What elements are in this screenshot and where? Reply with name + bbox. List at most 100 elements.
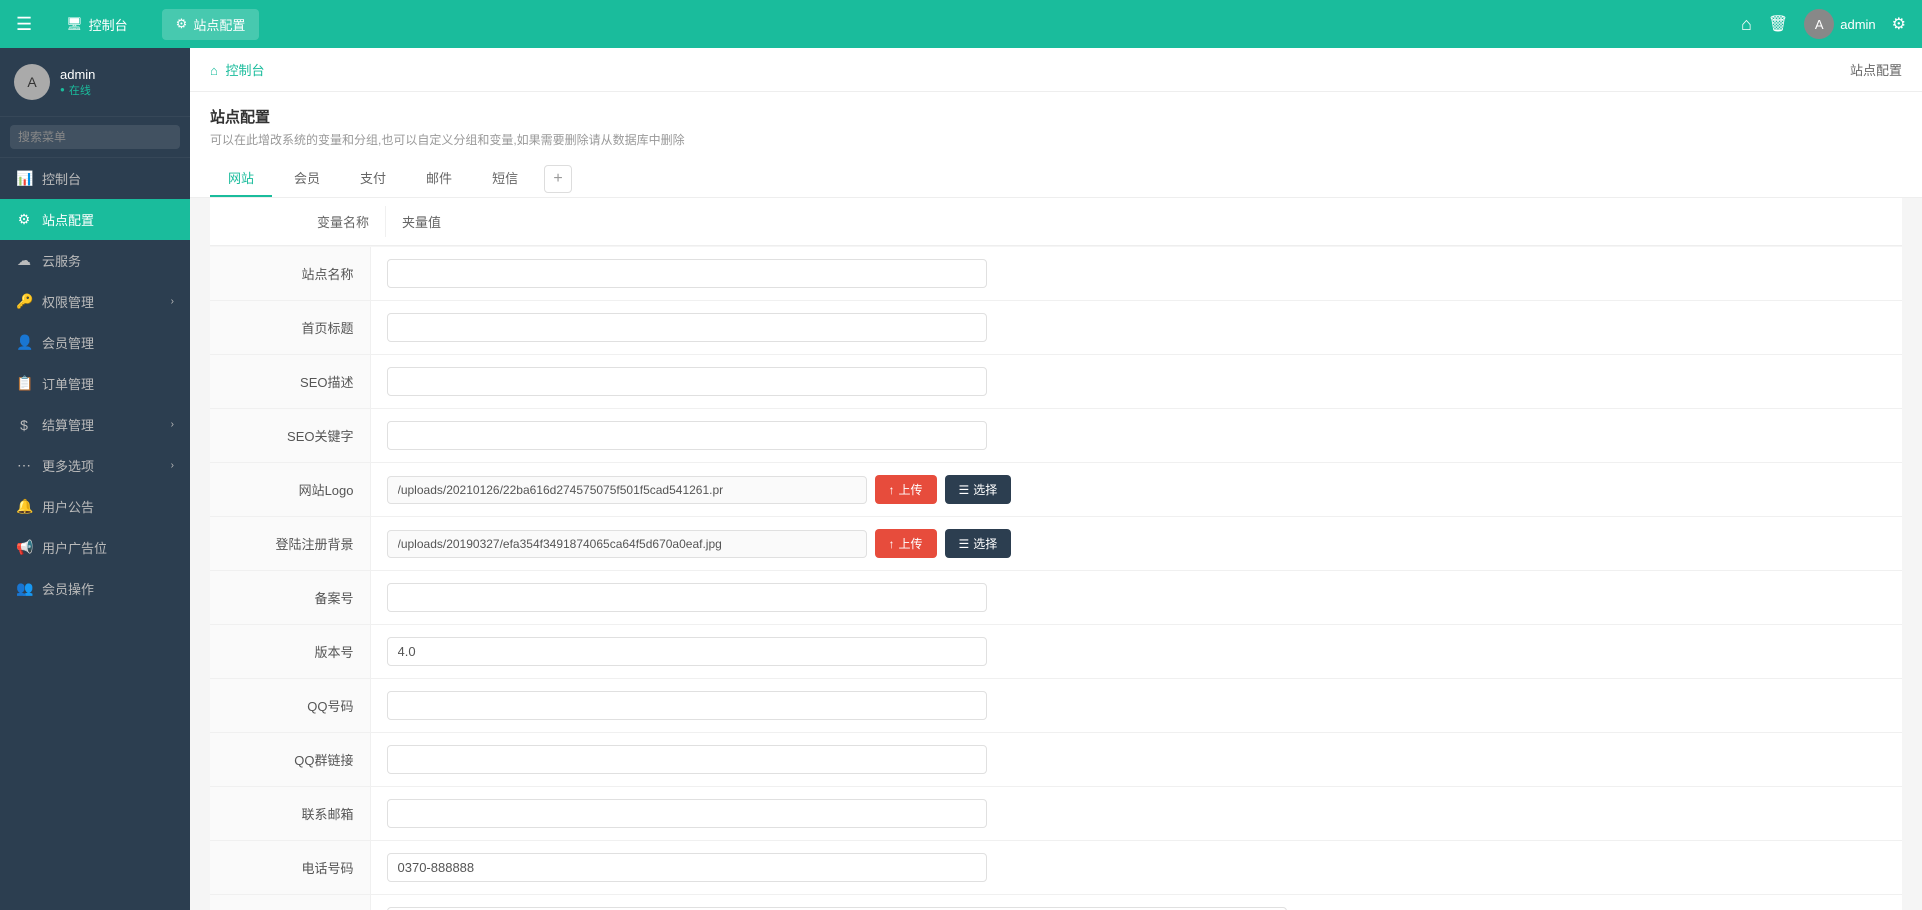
table-row: QQ群链接 xyxy=(210,733,1902,787)
tab-website[interactable]: 网站 xyxy=(210,160,272,197)
sidebar-item-ads[interactable]: 📢 用户广告位 xyxy=(0,527,190,568)
breadcrumb-path: ⌂ 控制台 xyxy=(210,60,265,79)
logo-path-input[interactable] xyxy=(387,476,867,504)
field-cell-home-title xyxy=(370,301,1902,355)
sidebar-user: A admin 在线 xyxy=(0,48,190,117)
settlement-nav-icon: $ xyxy=(16,417,32,433)
file-input-group-bg: ↑ 上传 ☰ 选择 xyxy=(387,529,1887,558)
sidebar-item-label: 订单管理 xyxy=(42,374,94,393)
user-section: A admin xyxy=(1804,9,1875,39)
dashboard-icon: 🖥 xyxy=(66,16,83,32)
topbar-username: admin xyxy=(1840,17,1875,32)
breadcrumb: ⌂ 控制台 站点配置 xyxy=(190,48,1922,92)
field-cell-site-logo: ↑ 上传 ☰ 选择 xyxy=(370,463,1902,517)
tab-member[interactable]: 会员 xyxy=(276,160,338,197)
tab-dashboard[interactable]: 🖥 控制台 xyxy=(52,9,142,40)
field-cell-phone xyxy=(370,841,1902,895)
qq-group-input[interactable] xyxy=(387,745,987,774)
more-nav-icon: ⋯ xyxy=(16,457,32,474)
tab-payment[interactable]: 支付 xyxy=(342,160,404,197)
field-label-seo-desc: SEO描述 xyxy=(210,355,370,409)
var-name-header: 变量名称 xyxy=(210,206,386,237)
field-label-home-title: 首页标题 xyxy=(210,301,370,355)
field-label-email: 联系邮箱 xyxy=(210,787,370,841)
email-input[interactable] xyxy=(387,799,987,828)
login-bg-select-button[interactable]: ☰ 选择 xyxy=(945,529,1012,558)
field-label-site-name: 站点名称 xyxy=(210,247,370,301)
member-nav-icon: 👤 xyxy=(16,334,32,351)
form-table: 站点名称 首页标题 SEO描述 xyxy=(210,247,1902,910)
breadcrumb-icon: ⌂ xyxy=(210,63,218,78)
home-title-input[interactable] xyxy=(387,313,987,342)
field-label-version: 版本号 xyxy=(210,625,370,679)
seo-desc-input[interactable] xyxy=(387,367,987,396)
sidebar-item-cloud[interactable]: ☁ 云服务 xyxy=(0,240,190,281)
sidebar-item-announcement[interactable]: 🔔 用户公告 xyxy=(0,486,190,527)
version-input[interactable] xyxy=(387,637,987,666)
ads-nav-icon: 📢 xyxy=(16,539,32,556)
phone-input[interactable] xyxy=(387,853,987,882)
var-value-header: 夹量值 xyxy=(386,206,1902,237)
seo-keywords-input[interactable] xyxy=(387,421,987,450)
logo-upload-button[interactable]: ↑ 上传 xyxy=(875,475,937,504)
field-label-qq: QQ号码 xyxy=(210,679,370,733)
sidebar-item-auth[interactable]: 🔑 权限管理 › xyxy=(0,281,190,322)
icp-input[interactable] xyxy=(387,583,987,612)
field-cell-login-bg: ↑ 上传 ☰ 选择 xyxy=(370,517,1902,571)
table-row: 联系邮箱 xyxy=(210,787,1902,841)
sidebar-item-order[interactable]: 📋 订单管理 xyxy=(0,363,190,404)
order-nav-icon: 📋 xyxy=(16,375,32,392)
sidebar-item-label: 站点配置 xyxy=(42,210,94,229)
login-bg-upload-button[interactable]: ↑ 上传 xyxy=(875,529,937,558)
avatar: A xyxy=(1804,9,1834,39)
sidebar-item-label: 用户公告 xyxy=(42,497,94,516)
content-area: ⌂ 控制台 站点配置 站点配置 可以在此增改系统的变量和分组,也可以自定义分组和… xyxy=(190,48,1922,910)
logo-select-button[interactable]: ☰ 选择 xyxy=(945,475,1012,504)
site-config-icon: ⚙ xyxy=(176,16,188,32)
qq-input[interactable] xyxy=(387,691,987,720)
cloud-nav-icon: ☁ xyxy=(16,252,32,269)
chevron-icon: › xyxy=(171,419,174,430)
field-label-login-bg: 登陆注册背景 xyxy=(210,517,370,571)
page-title: 站点配置 xyxy=(210,106,1902,127)
login-bg-path-input[interactable] xyxy=(387,530,867,558)
sidebar-item-site-config[interactable]: ⚙ 站点配置 xyxy=(0,199,190,240)
config-tabs: 网站 会员 支付 邮件 短信 + xyxy=(190,160,1922,197)
home-icon[interactable]: ⌂ xyxy=(1741,14,1752,35)
field-label-icp: 备案号 xyxy=(210,571,370,625)
tab-add-button[interactable]: + xyxy=(544,165,572,193)
column-headers: 变量名称 夹量值 xyxy=(210,198,1902,246)
tab-email[interactable]: 邮件 xyxy=(408,160,470,197)
sidebar-item-dashboard[interactable]: 📊 控制台 xyxy=(0,158,190,199)
sidebar-user-info: admin 在线 xyxy=(60,67,95,98)
sidebar-item-member-ops[interactable]: 👥 会员操作 xyxy=(0,568,190,609)
sidebar-item-member[interactable]: 👤 会员管理 xyxy=(0,322,190,363)
sidebar: A admin 在线 🔍 📊 控制台 ⚙ 站点配置 xyxy=(0,48,190,910)
field-cell-icp xyxy=(370,571,1902,625)
tab-site-config[interactable]: ⚙ 站点配置 xyxy=(162,9,260,40)
field-label-stat-code: 首页统计代码 xyxy=(210,895,370,910)
sidebar-username: admin xyxy=(60,67,95,82)
search-input[interactable] xyxy=(10,125,180,149)
breadcrumb-link[interactable]: 控制台 xyxy=(225,63,264,78)
sidebar-item-label: 云服务 xyxy=(42,251,81,270)
sidebar-item-settlement[interactable]: $ 结算管理 › xyxy=(0,404,190,445)
page-desc: 可以在此增改系统的变量和分组,也可以自定义分组和变量,如果需要删除请从数据库中删… xyxy=(210,131,1902,148)
field-cell-site-name xyxy=(370,247,1902,301)
trash-icon[interactable]: 🗑 xyxy=(1768,14,1788,34)
table-row: SEO关键字 xyxy=(210,409,1902,463)
sidebar-avatar: A xyxy=(14,64,50,100)
sidebar-item-label: 用户广告位 xyxy=(42,538,107,557)
menu-icon[interactable]: ☰ xyxy=(16,14,32,35)
sidebar-item-more[interactable]: ⋯ 更多选项 › xyxy=(0,445,190,486)
tab-sms[interactable]: 短信 xyxy=(474,160,536,197)
field-cell-email xyxy=(370,787,1902,841)
chevron-icon: › xyxy=(171,296,174,307)
upload-icon: ↑ xyxy=(889,537,895,551)
announcement-nav-icon: 🔔 xyxy=(16,498,32,515)
table-row: 网站Logo ↑ 上传 ☰ 选择 xyxy=(210,463,1902,517)
topbar-settings-icon[interactable]: ⚙ xyxy=(1892,14,1906,34)
sidebar-item-label: 控制台 xyxy=(42,169,81,188)
site-name-input[interactable] xyxy=(387,259,987,288)
field-cell-seo-keywords xyxy=(370,409,1902,463)
